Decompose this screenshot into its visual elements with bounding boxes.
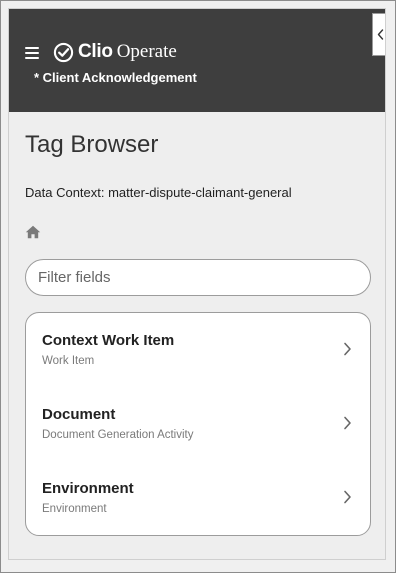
- chevron-right-icon: [344, 490, 351, 504]
- brand-name: Clio: [78, 41, 113, 62]
- window-frame: Clio Operate * Client Acknowledgement Ta…: [0, 0, 396, 573]
- list-item-environment[interactable]: Environment Environment: [26, 461, 370, 535]
- clio-logo-icon: [53, 42, 74, 62]
- list-item-document[interactable]: Document Document Generation Activity: [26, 387, 370, 461]
- tag-list: Context Work Item Work Item Document Doc…: [25, 312, 371, 536]
- list-item-title: Context Work Item: [42, 332, 175, 349]
- list-item-subtitle: Work Item: [42, 355, 95, 367]
- chevron-right-icon: [344, 342, 351, 356]
- list-item-context-work-item[interactable]: Context Work Item Work Item: [26, 313, 370, 387]
- page-title: Tag Browser: [25, 131, 159, 158]
- home-icon[interactable]: [25, 225, 41, 239]
- collapse-left-icon: [377, 29, 383, 40]
- tag-browser-panel: Clio Operate * Client Acknowledgement Ta…: [8, 8, 386, 560]
- brand-product: Operate: [116, 41, 177, 62]
- matter-name: * Client Acknowledgement: [34, 70, 197, 85]
- list-item-title: Document: [42, 406, 116, 423]
- menu-icon[interactable]: [24, 45, 42, 61]
- app-header: Clio Operate * Client Acknowledgement: [9, 9, 385, 112]
- list-item-title: Environment: [42, 480, 134, 497]
- list-item-subtitle: Document Generation Activity: [42, 429, 194, 441]
- list-item-subtitle: Environment: [42, 503, 107, 515]
- data-context-label: Data Context: matter-dispute-claimant-ge…: [25, 185, 292, 200]
- collapse-panel-button[interactable]: [372, 13, 385, 56]
- chevron-right-icon: [344, 416, 351, 430]
- clio-operate-logo: Clio Operate: [53, 39, 177, 65]
- filter-fields-input[interactable]: [25, 259, 371, 296]
